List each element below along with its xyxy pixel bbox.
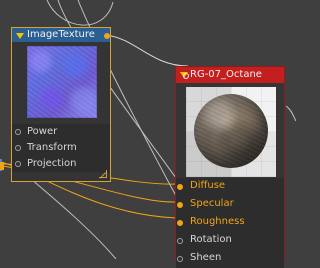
sheen-port-icon[interactable] bbox=[177, 256, 183, 262]
image-texture-node[interactable]: ImageTexture Power Transform Projection bbox=[11, 27, 111, 182]
diffuse-port-icon[interactable] bbox=[177, 184, 183, 190]
texture-preview-image bbox=[27, 46, 97, 118]
projection-label: Projection bbox=[27, 158, 77, 169]
transform-label: Transform bbox=[27, 142, 77, 153]
diffuse-row[interactable]: Diffuse bbox=[176, 178, 284, 196]
sheen-row[interactable]: Sheen bbox=[176, 250, 284, 268]
projection-row[interactable]: Projection bbox=[12, 156, 110, 172]
rg07-octane-input-port[interactable] bbox=[183, 73, 189, 79]
image-texture-header[interactable]: ImageTexture bbox=[12, 28, 110, 42]
roughness-label: Roughness bbox=[190, 216, 245, 227]
sheen-label: Sheen bbox=[190, 252, 222, 263]
left-edge-orange-port[interactable] bbox=[0, 162, 4, 170]
roughness-port-icon[interactable] bbox=[177, 220, 183, 226]
diffuse-label: Diffuse bbox=[190, 180, 226, 191]
power-label: Power bbox=[27, 126, 58, 137]
specular-row[interactable]: Specular bbox=[176, 196, 284, 214]
specular-label: Specular bbox=[190, 198, 234, 209]
resize-handle-icon[interactable] bbox=[99, 170, 107, 178]
rotation-row[interactable]: Rotation bbox=[176, 232, 284, 250]
power-row[interactable]: Power bbox=[12, 124, 110, 140]
collapse-arrow-icon[interactable] bbox=[16, 33, 24, 39]
rg07-octane-header[interactable]: RG-07_Octane bbox=[176, 67, 284, 83]
stone-sphere-preview bbox=[194, 94, 268, 168]
image-texture-title: ImageTexture bbox=[27, 29, 95, 40]
power-port-icon[interactable] bbox=[15, 129, 21, 135]
material-preview-image bbox=[186, 87, 276, 177]
image-texture-output-port[interactable] bbox=[104, 33, 110, 39]
roughness-row[interactable]: Roughness bbox=[176, 214, 284, 232]
rotation-port-icon[interactable] bbox=[177, 238, 183, 244]
rotation-label: Rotation bbox=[190, 234, 232, 245]
specular-port-icon[interactable] bbox=[177, 202, 183, 208]
rg07-octane-node[interactable]: RG-07_Octane Diffuse Specular Roughness … bbox=[175, 66, 285, 268]
transform-row[interactable]: Transform bbox=[12, 140, 110, 156]
transform-port-icon[interactable] bbox=[15, 145, 21, 151]
rg07-octane-title: RG-07_Octane bbox=[190, 69, 262, 80]
projection-port-icon[interactable] bbox=[15, 161, 21, 167]
